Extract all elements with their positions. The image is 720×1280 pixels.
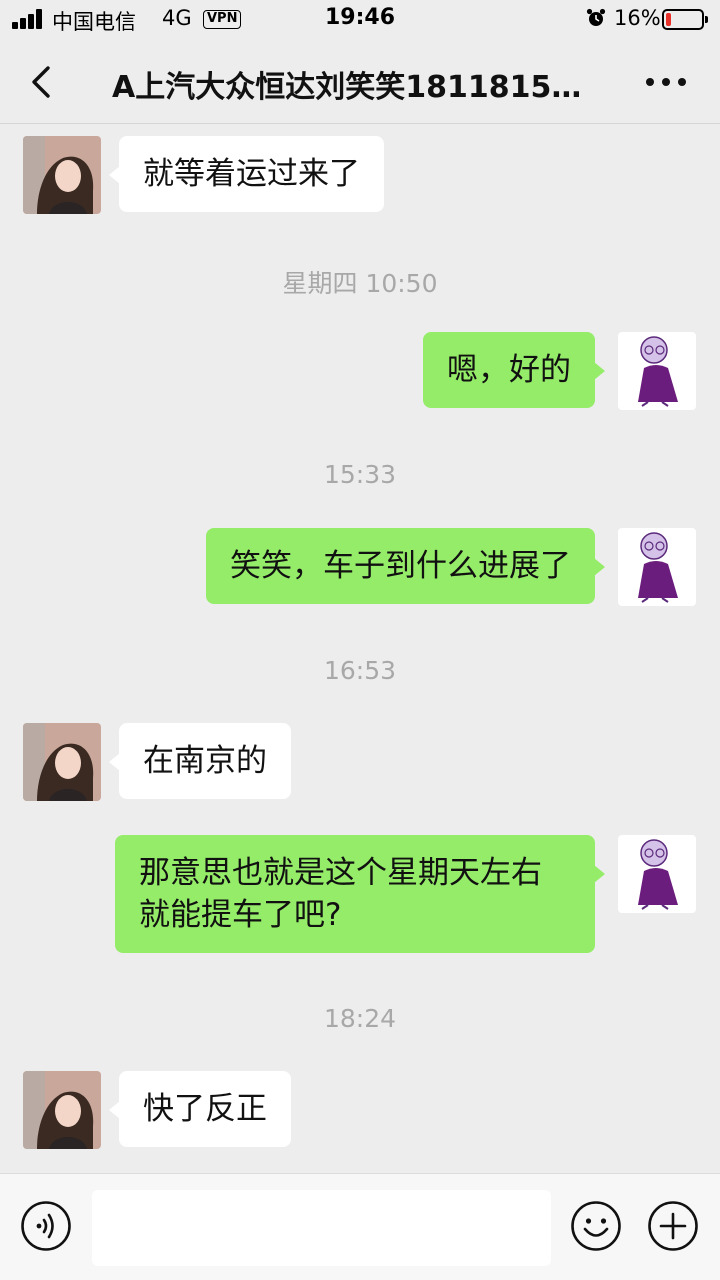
timestamp: 15:33: [323, 460, 397, 489]
battery-icon: [662, 9, 708, 30]
chevron-left-icon[interactable]: [26, 62, 62, 102]
message-input[interactable]: [92, 1190, 551, 1266]
message-text: 就等着运过来了: [143, 156, 360, 192]
ellipsis-icon[interactable]: [644, 70, 688, 94]
timestamp: 16:53: [323, 656, 397, 685]
message-bubble-incoming[interactable]: 在南京的: [109, 723, 291, 799]
alarm-icon: [586, 8, 606, 26]
timestamp: 星期四 10:50: [282, 269, 438, 298]
chat-title: A上汽大众恒达刘笑笑18118152…: [112, 70, 602, 105]
input-bar: [0, 1173, 720, 1280]
timestamp: 18:24: [323, 1004, 397, 1033]
contact-avatar[interactable]: [23, 723, 101, 801]
battery-percent: 16%: [614, 6, 661, 30]
emoji-icon[interactable]: [570, 1200, 622, 1252]
chat-area[interactable]: 就等着运过来了 星期四 10:50 嗯，好的 15:33 笑笑，车子到什么进展了: [0, 125, 720, 1173]
message-text: 那意思也就是这个星期天左右就能提车了吧?: [139, 855, 542, 933]
my-avatar[interactable]: [618, 528, 696, 606]
chat-header: A上汽大众恒达刘笑笑18118152…: [0, 40, 720, 124]
voice-icon[interactable]: [20, 1200, 72, 1252]
my-avatar[interactable]: [618, 332, 696, 410]
contact-avatar[interactable]: [23, 136, 101, 214]
message-text: 快了反正: [143, 1091, 267, 1127]
message-bubble-incoming[interactable]: 就等着运过来了: [109, 136, 384, 212]
message-bubble-outgoing[interactable]: 嗯，好的: [423, 332, 605, 408]
message-bubble-outgoing[interactable]: 那意思也就是这个星期天左右就能提车了吧?: [115, 835, 605, 953]
my-avatar[interactable]: [618, 835, 696, 913]
message-text: 在南京的: [143, 743, 267, 779]
message-bubble-outgoing[interactable]: 笑笑，车子到什么进展了: [206, 528, 605, 604]
message-text: 笑笑，车子到什么进展了: [230, 548, 571, 584]
message-text: 嗯，好的: [447, 352, 571, 388]
clock: 19:46: [324, 5, 396, 30]
contact-avatar[interactable]: [23, 1071, 101, 1149]
plus-icon[interactable]: [647, 1200, 699, 1252]
status-bar: 中国电信 4G VPN 19:46 16%: [0, 0, 720, 40]
message-bubble-incoming[interactable]: 快了反正: [109, 1071, 291, 1147]
